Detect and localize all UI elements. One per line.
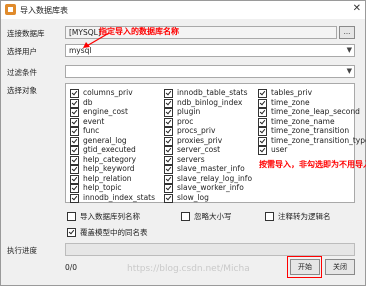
app-icon [5, 4, 16, 15]
import-annotation: 按需导入，非勾选即为不用导入 [259, 160, 366, 169]
checkbox-checked[interactable] [164, 155, 173, 165]
checkbox-checked[interactable] [164, 127, 173, 136]
object-name: help_category [83, 154, 137, 164]
progress-bar [65, 243, 355, 256]
object-name: plugin [177, 107, 201, 116]
object-name: slave_worker_info [177, 183, 244, 192]
close-button[interactable]: 关闭 [325, 259, 355, 275]
checkbox-checked[interactable] [164, 184, 173, 193]
checkbox-checked[interactable] [258, 108, 267, 117]
checkbox-checked[interactable] [70, 108, 79, 117]
checkbox-checked[interactable] [164, 165, 173, 174]
checkbox-checked[interactable] [258, 136, 267, 146]
object-name: proxies_priv [177, 135, 223, 145]
import-dialog: 导入数据库表 ✕ 连接数据库 [MYSQL] ... 指定导入的数据库名称 选择… [0, 0, 366, 286]
checkbox-checked[interactable] [70, 165, 79, 174]
filter-label: 过滤条件 [7, 68, 37, 77]
chevron-down-icon: ▼ [346, 67, 352, 75]
option-label: 忽略大小写 [194, 212, 232, 221]
browse-button[interactable]: ... [339, 26, 355, 39]
checkbox-checked[interactable] [258, 98, 267, 108]
checkbox-checked[interactable] [164, 136, 173, 146]
objects-list: columns_priv db engine_cost event func genera… [65, 83, 366, 203]
checkbox-checked[interactable] [164, 146, 173, 155]
object-name: columns_priv [83, 88, 133, 97]
object-name: slave_relay_log_info [177, 173, 253, 183]
object-name: engine_cost [83, 107, 128, 116]
checkbox-checked[interactable] [164, 98, 173, 108]
checkbox-checked[interactable] [258, 127, 267, 136]
object-name: innodb_index_stats [83, 192, 156, 202]
checkbox-checked[interactable] [258, 146, 267, 155]
object-name: procs_priv [177, 126, 216, 135]
checkbox-checked[interactable] [164, 108, 173, 117]
title-bar: 导入数据库表 ✕ [1, 1, 365, 19]
object-name: servers [177, 154, 205, 164]
progress-count: 0/0 [65, 263, 78, 272]
checkbox[interactable] [181, 212, 190, 221]
checkbox-checked[interactable] [70, 89, 79, 98]
watermark: https://blog.csdn.net/Micha [127, 264, 250, 274]
object-name: time_zone [271, 97, 310, 107]
checkbox-checked[interactable] [164, 117, 173, 127]
object-name: ndb_binlog_index [177, 97, 243, 107]
db-label: 连接数据库 [7, 29, 45, 38]
checkbox-checked[interactable] [258, 89, 267, 98]
checkbox-checked[interactable] [258, 117, 267, 127]
checkbox-checked[interactable] [70, 174, 79, 184]
object-name: event [83, 116, 105, 126]
checkbox-checked[interactable] [70, 136, 79, 146]
checkbox-checked[interactable] [70, 117, 79, 127]
checkbox-checked[interactable] [164, 193, 173, 203]
checkbox[interactable] [67, 212, 76, 221]
close-icon[interactable]: ✕ [353, 3, 361, 14]
option-label: 注释转为逻辑名 [278, 212, 331, 221]
option-label: 覆盖模型中的同名表 [80, 228, 148, 237]
object-name: db [83, 97, 93, 107]
user-label: 选择用户 [7, 47, 37, 56]
object-name: time_zone_leap_second [271, 107, 360, 116]
object-name: tables_priv [271, 88, 313, 97]
checkbox-checked[interactable] [70, 146, 79, 155]
annotation-arrow [83, 32, 110, 48]
checkbox-checked[interactable] [70, 155, 79, 165]
objects-label: 选择对象 [7, 86, 37, 95]
checkbox-checked[interactable] [67, 228, 76, 237]
object-name: time_zone_transition_type [271, 135, 366, 145]
object-name: gtid_executed [83, 145, 136, 154]
progress-label: 执行进度 [7, 246, 37, 255]
start-button[interactable]: 开始 [290, 259, 320, 275]
checkbox-checked[interactable] [70, 193, 79, 203]
chevron-down-icon: ▼ [346, 46, 352, 54]
object-name: innodb_table_stats [177, 88, 248, 97]
object-name: slow_log [177, 192, 209, 202]
checkbox-checked[interactable] [70, 184, 79, 193]
object-name: proc [177, 116, 194, 126]
checkbox-checked[interactable] [164, 174, 173, 184]
object-name: help_keyword [83, 164, 135, 173]
object-name: help_relation [83, 173, 132, 183]
object-name: help_topic [83, 183, 122, 192]
object-name: time_zone_name [271, 116, 335, 126]
object-name: time_zone_transition [271, 126, 350, 135]
object-name: slave_master_info [177, 164, 245, 173]
object-name: server_cost [177, 145, 221, 154]
filter-select[interactable]: ▼ [65, 65, 355, 78]
object-name: general_log [83, 135, 127, 145]
db-annotation: 指定导入的数据库名称 [99, 27, 179, 36]
checkbox[interactable] [265, 212, 274, 221]
window-title: 导入数据库表 [20, 6, 68, 15]
option-label: 导入数据库列名称 [80, 212, 140, 221]
checkbox-checked[interactable] [70, 127, 79, 136]
checkbox-checked[interactable] [164, 89, 173, 98]
object-name: func [83, 126, 100, 135]
object-name: user [271, 145, 288, 154]
checkbox-checked[interactable] [70, 98, 79, 108]
